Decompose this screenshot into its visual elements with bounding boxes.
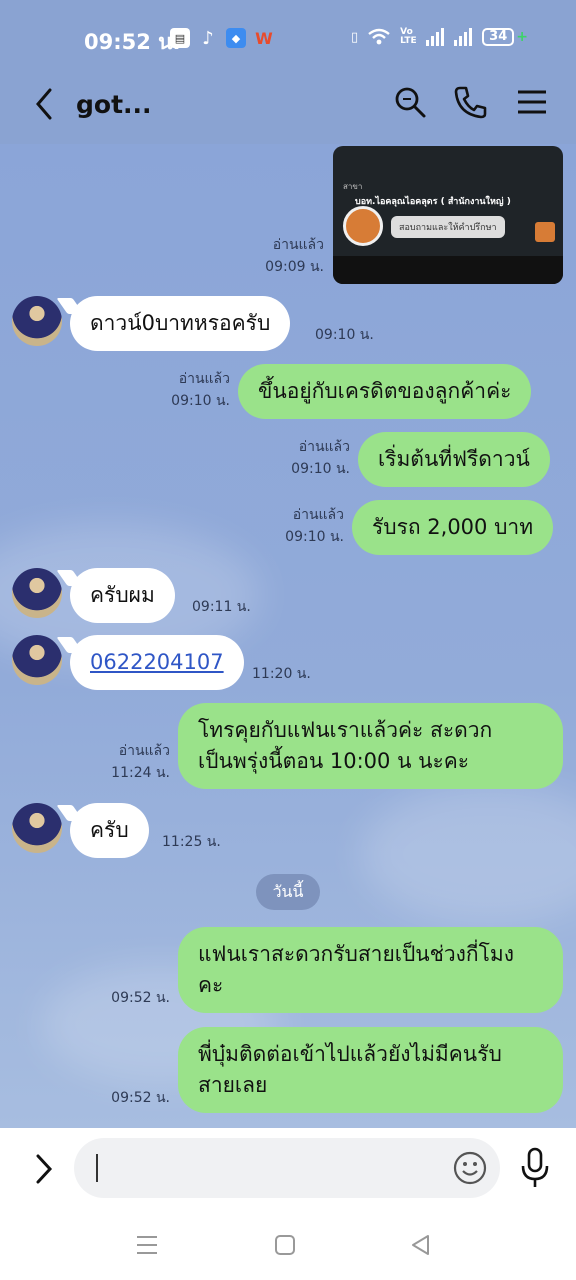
message-time: 09:10 น. — [291, 461, 350, 477]
outgoing-message[interactable]: รับรถ 2,000 บาท — [352, 500, 554, 555]
message-meta: อ่านแล้ว 09:10 น. — [150, 368, 230, 412]
chat-header: got... — [0, 60, 576, 144]
status-time: 09:52 น. — [84, 30, 181, 54]
read-receipt: อ่านแล้ว — [292, 507, 344, 523]
outgoing-message[interactable]: โทรคุยกับแฟนเราแล้วค่ะ สะดวก เป็นพรุ่งนี… — [178, 703, 563, 789]
outgoing-message[interactable]: แฟนเราสะดวกรับสายเป็นช่วงกี่โมง คะ — [178, 927, 563, 1013]
message-meta: อ่านแล้ว 11:24 น. — [90, 740, 170, 784]
phone-call-icon[interactable] — [452, 84, 488, 120]
image-message[interactable]: สาขา บอท.ไอคลุณไอคลุดร ( สำนักงานใหญ่ ) … — [333, 146, 563, 284]
outgoing-message[interactable]: ขึ้นอยู่กับเครดิตของลูกค้าค่ะ — [238, 364, 532, 419]
incoming-message[interactable]: ดาวน์0บาทหรอครับ — [70, 296, 291, 351]
message-meta: อ่านแล้ว 09:10 น. — [270, 436, 350, 480]
charging-icon: + — [516, 29, 528, 45]
vibrate-icon: ▯ — [351, 29, 359, 45]
wifi-icon — [368, 28, 390, 45]
shop-icon: W — [255, 28, 273, 48]
read-receipt: อ่านแล้ว — [298, 439, 350, 455]
microphone-icon[interactable] — [518, 1146, 552, 1190]
back-icon[interactable] — [30, 86, 60, 122]
message-time: 09:52 น. — [111, 1090, 170, 1106]
message-time: 09:52 น. — [111, 990, 170, 1006]
incoming-message[interactable]: ครับ — [70, 803, 149, 858]
image-button-text: สอบถามและให้คำปรึกษา — [391, 216, 505, 238]
message-time: 09:10 น. — [285, 529, 344, 545]
image-location-text: สาขา — [343, 182, 363, 191]
incoming-message[interactable]: ครับผม — [70, 568, 175, 623]
avatar[interactable] — [12, 296, 62, 346]
avatar[interactable] — [12, 635, 62, 685]
chat-title[interactable]: got... — [76, 90, 152, 119]
menu-icon[interactable] — [514, 84, 550, 120]
message-time: 09:10 น. — [315, 327, 374, 343]
volte-icon: Vo LTE — [400, 27, 417, 46]
image-title-text: บอท.ไอคลุณไอคลุดร ( สำนักงานใหญ่ ) — [355, 197, 511, 207]
date-separator: วันนี้ — [256, 874, 320, 910]
message-input[interactable] — [74, 1138, 500, 1198]
system-navigation-bar — [0, 1210, 576, 1280]
browser-icon: ◆ — [226, 28, 246, 48]
status-bar: 09:52 น. ▤ ♪ ◆ W ▯ Vo LTE 34 + — [0, 0, 576, 60]
notification-icons: ▤ ♪ ◆ W — [170, 27, 274, 49]
message-time: 09:09 น. — [265, 259, 324, 275]
expand-menu-icon[interactable] — [30, 1150, 58, 1188]
battery-icon: 34 — [482, 28, 515, 46]
phone-number-link[interactable]: 0622204107 — [90, 650, 224, 674]
signal-icon-2 — [454, 28, 473, 46]
emoji-icon[interactable] — [452, 1150, 488, 1186]
message-time: 11:20 น. — [252, 666, 311, 682]
app-notification-icon: ▤ — [170, 28, 190, 48]
read-receipt: อ่านแล้ว — [178, 371, 230, 387]
message-time: 11:24 น. — [111, 765, 170, 781]
search-icon[interactable] — [392, 84, 428, 120]
home-icon[interactable] — [272, 1232, 298, 1258]
message-list[interactable]: อ่านแล้ว 09:09 น. สาขา บอท.ไอคลุณไอคลุดร… — [0, 144, 576, 1128]
message-time: 09:10 น. — [171, 393, 230, 409]
message-meta: อ่านแล้ว 09:10 น. — [264, 504, 344, 548]
outgoing-message[interactable]: เริ่มต้นที่ฟรีดาวน์ — [358, 432, 550, 487]
tiktok-icon: ♪ — [202, 27, 214, 49]
message-time: 11:25 น. — [162, 834, 221, 850]
incoming-message[interactable]: 0622204107 — [70, 635, 244, 690]
message-meta: อ่านแล้ว 09:09 น. — [250, 234, 324, 278]
chat-bubble-icon — [343, 206, 383, 246]
recent-apps-icon[interactable] — [134, 1232, 160, 1258]
avatar[interactable] — [12, 803, 62, 853]
outgoing-message[interactable]: พี่บุ๋มติดต่อเข้าไปแล้วยังไม่มีคนรับ สาย… — [178, 1027, 563, 1113]
image-navbar — [333, 256, 563, 284]
message-time: 09:11 น. — [192, 599, 251, 615]
signal-icon — [426, 28, 445, 46]
read-receipt: อ่านแล้ว — [118, 743, 170, 759]
scroll-up-icon — [535, 222, 555, 242]
status-indicators: ▯ Vo LTE 34 + — [351, 28, 528, 46]
back-nav-icon[interactable] — [408, 1232, 434, 1258]
text-cursor — [96, 1154, 98, 1182]
message-input-bar — [0, 1128, 576, 1210]
read-receipt: อ่านแล้ว — [272, 237, 324, 253]
avatar[interactable] — [12, 568, 62, 618]
